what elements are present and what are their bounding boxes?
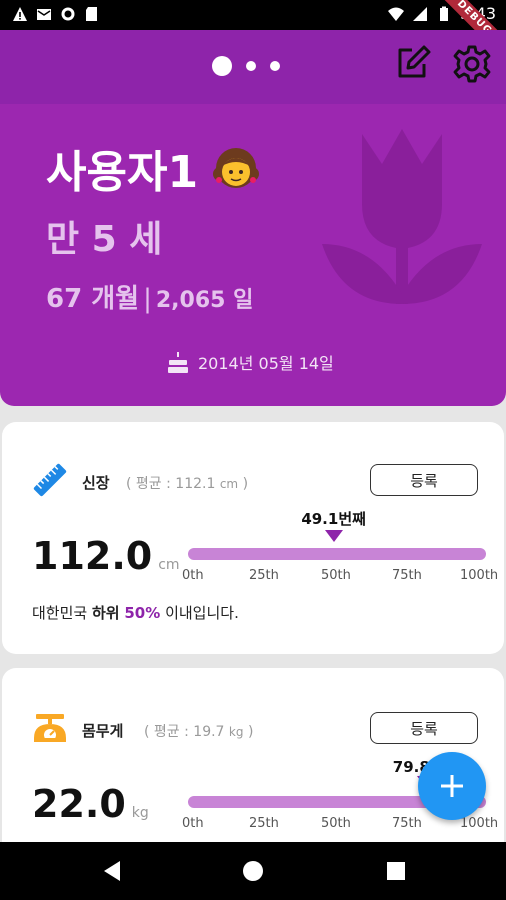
- girl-avatar-icon: [213, 148, 260, 188]
- height-unit: cm: [158, 557, 180, 573]
- plus-icon: [441, 775, 463, 797]
- page-dot-1[interactable]: [212, 56, 232, 76]
- sync-icon: [61, 7, 75, 21]
- height-percentile-bar: [188, 548, 486, 560]
- weight-value: 22.0: [32, 782, 126, 826]
- user-name-row: 사용자1: [46, 136, 262, 200]
- page-indicator: [212, 56, 280, 76]
- edit-icon[interactable]: [394, 44, 432, 82]
- user-name: 사용자1: [46, 147, 199, 198]
- tick-label: 75th: [392, 568, 422, 583]
- height-average: ( 평균 : 112.1 cm ): [126, 473, 248, 493]
- scale-icon: [34, 714, 66, 742]
- height-average-unit: cm: [219, 477, 239, 491]
- status-bar: 3:43 DEBUG: [0, 0, 506, 67]
- weight-average-value: ( 평균 : 19.7: [144, 724, 225, 740]
- height-title: 신장: [82, 474, 110, 492]
- tick-label: 75th: [392, 816, 422, 831]
- cake-icon: [168, 352, 188, 373]
- tick-label: 100th: [460, 816, 499, 831]
- weight-average-close: ): [247, 724, 254, 740]
- weight-register-button[interactable]: 등록: [370, 712, 478, 744]
- wifi-icon: [388, 7, 405, 21]
- desc-suffix: 이내입니다.: [165, 604, 239, 622]
- tick-label: 25th: [249, 568, 279, 583]
- home-icon[interactable]: [241, 859, 265, 883]
- separator: |: [143, 284, 152, 314]
- height-value: 112.0: [32, 534, 153, 578]
- tick-label: 0th: [182, 816, 204, 831]
- weight-average-unit: kg: [228, 725, 244, 739]
- height-average-close: ): [242, 476, 249, 492]
- mail-icon: [37, 9, 51, 20]
- tick-label: 50th: [321, 568, 351, 583]
- weight-unit: kg: [131, 805, 149, 821]
- birthday-date: 2014년 05월 14일: [198, 354, 334, 373]
- height-ticks: 0th 25th 50th 75th 100th: [182, 568, 502, 588]
- add-record-fab[interactable]: [418, 752, 486, 820]
- months-days-text: 67 개월 | 2,065 일: [46, 278, 253, 315]
- navigation-bar: [0, 842, 506, 900]
- page-dot-3[interactable]: [270, 61, 280, 71]
- height-description: 대한민국 하위 50% 이내입니다.: [32, 602, 239, 623]
- notification-icons: [12, 6, 100, 22]
- signal-icon: [413, 6, 428, 21]
- tick-label: 0th: [182, 568, 204, 583]
- settings-gear-icon[interactable]: [452, 44, 492, 84]
- days-value: 2,065 일: [155, 288, 254, 313]
- tick-label: 50th: [321, 816, 351, 831]
- months-value: 67 개월: [46, 284, 140, 314]
- tick-label: 100th: [460, 568, 499, 583]
- back-icon[interactable]: [100, 859, 124, 883]
- desc-prefix: 대한민국: [32, 604, 88, 622]
- header-toolbar: [0, 30, 506, 104]
- height-average-value: ( 평균 : 112.1: [126, 476, 216, 492]
- tick-label: 25th: [249, 816, 279, 831]
- height-register-button[interactable]: 등록: [370, 464, 478, 496]
- recents-icon[interactable]: [384, 859, 408, 883]
- height-percentile-marker: [325, 530, 344, 542]
- height-percentile-label: 49.1번째: [301, 510, 366, 528]
- battery-icon: [440, 6, 449, 21]
- profile-header[interactable]: 사용자1 만 5 세 67 개월 | 2,065 일 2014년 05월 14일: [0, 30, 506, 406]
- sd-card-icon: [86, 7, 97, 21]
- page-dot-2[interactable]: [246, 61, 256, 71]
- height-value-row: 112.0 cm: [32, 534, 180, 578]
- desc-percent: 50%: [124, 604, 161, 622]
- age-text: 만 5 세: [46, 219, 163, 260]
- weight-title: 몸무게: [82, 722, 124, 740]
- warning-icon: [13, 7, 27, 21]
- desc-position: 하위: [91, 604, 120, 622]
- birthday-row: 2014년 05월 14일: [166, 350, 334, 374]
- ruler-icon: [33, 463, 67, 497]
- weight-value-row: 22.0 kg: [32, 782, 149, 826]
- height-card[interactable]: 신장 ( 평균 : 112.1 cm ) 등록 49.1번째 112.0 cm 0…: [2, 422, 504, 654]
- weight-average: ( 평균 : 19.7 kg ): [144, 721, 253, 741]
- tulip-watermark-icon: [322, 129, 482, 304]
